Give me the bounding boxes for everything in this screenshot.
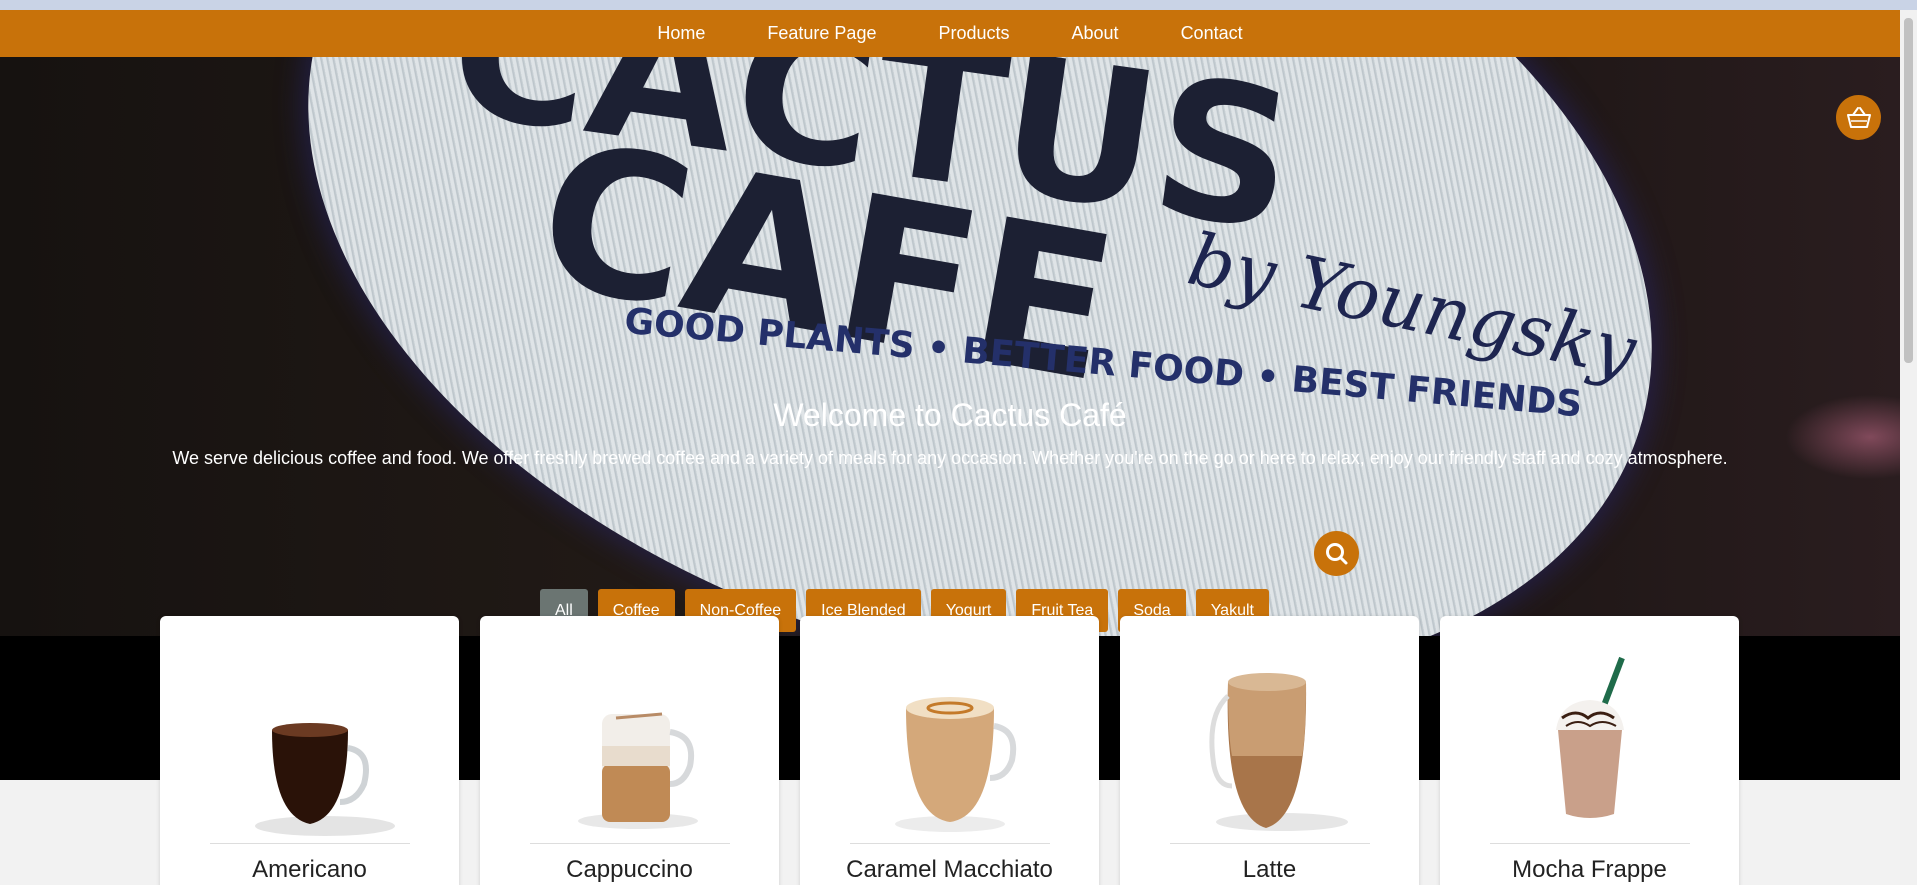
scrollbar-thumb[interactable]	[1904, 18, 1913, 363]
cafe-logo-image: CACTUS CAFE by Youngsky GOOD PLANTS • BE…	[438, 57, 1645, 428]
nav-contact[interactable]: Contact	[1150, 23, 1274, 44]
latte-image	[1209, 673, 1348, 831]
card-divider	[530, 843, 730, 844]
cappuccino-image	[578, 712, 698, 829]
card-divider	[1170, 843, 1370, 844]
product-card[interactable]: Latte	[1120, 616, 1419, 885]
hero-title: Welcome to Cactus Café	[773, 397, 1127, 433]
browser-top-strip	[0, 0, 1917, 10]
nav-feature-page[interactable]: Feature Page	[736, 23, 907, 44]
nav-about[interactable]: About	[1041, 23, 1150, 44]
product-name: Americano	[252, 856, 367, 883]
product-card[interactable]: Mocha Frappe	[1440, 616, 1739, 885]
product-card[interactable]: Americano	[160, 616, 459, 885]
hero-banner: CACTUS CAFE by Youngsky GOOD PLANTS • BE…	[0, 57, 1900, 636]
nav-home[interactable]: Home	[626, 23, 736, 44]
product-card[interactable]: Caramel Macchiato	[800, 616, 1099, 885]
mocha-frappe-image	[1556, 656, 1625, 818]
card-divider	[1490, 843, 1690, 844]
search-icon	[1325, 542, 1347, 564]
product-name: Cappuccino	[566, 856, 693, 883]
product-card[interactable]: Cappuccino	[480, 616, 779, 885]
card-divider	[210, 843, 410, 844]
product-grid: Americano Cappuccino Caramel Macchiato L…	[160, 616, 1739, 885]
cart-button[interactable]	[1836, 95, 1881, 140]
nav-products[interactable]: Products	[907, 23, 1040, 44]
page-scrollbar[interactable]	[1900, 10, 1917, 885]
americano-image	[255, 723, 395, 836]
top-navbar: Home Feature Page Products About Contact	[0, 10, 1900, 57]
product-name: Mocha Frappe	[1512, 856, 1667, 883]
product-name: Latte	[1242, 856, 1297, 883]
product-name: Caramel Macchiato	[846, 856, 1053, 883]
hero-description: We serve delicious coffee and food. We o…	[172, 448, 1728, 468]
basket-icon	[1846, 106, 1871, 128]
search-button[interactable]	[1314, 531, 1359, 576]
card-divider	[850, 843, 1050, 844]
caramel-macchiato-image	[895, 697, 1017, 832]
